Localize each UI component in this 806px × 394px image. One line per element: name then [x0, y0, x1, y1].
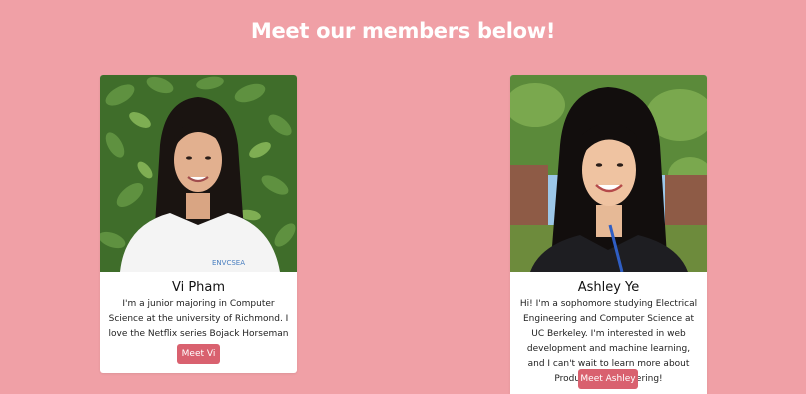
member-photo-ashley: [510, 75, 707, 272]
member-photo-vi: ENVCSEA: [100, 75, 297, 272]
member-card-vi: ENVCSEA Vi Pham I'm a junior majoring in…: [100, 75, 297, 373]
page-heading: Meet our members below!: [250, 19, 556, 43]
meet-vi-button[interactable]: Meet Vi: [177, 344, 220, 364]
meet-ashley-button[interactable]: Meet Ashley: [578, 369, 638, 389]
shirt-logo: ENVCSEA: [212, 259, 245, 267]
member-name: Vi Pham: [171, 280, 226, 295]
member-card-ashley: Ashley Ye Hi! I'm a sophomore studying E…: [510, 75, 707, 394]
member-name: Ashley Ye: [577, 280, 640, 295]
